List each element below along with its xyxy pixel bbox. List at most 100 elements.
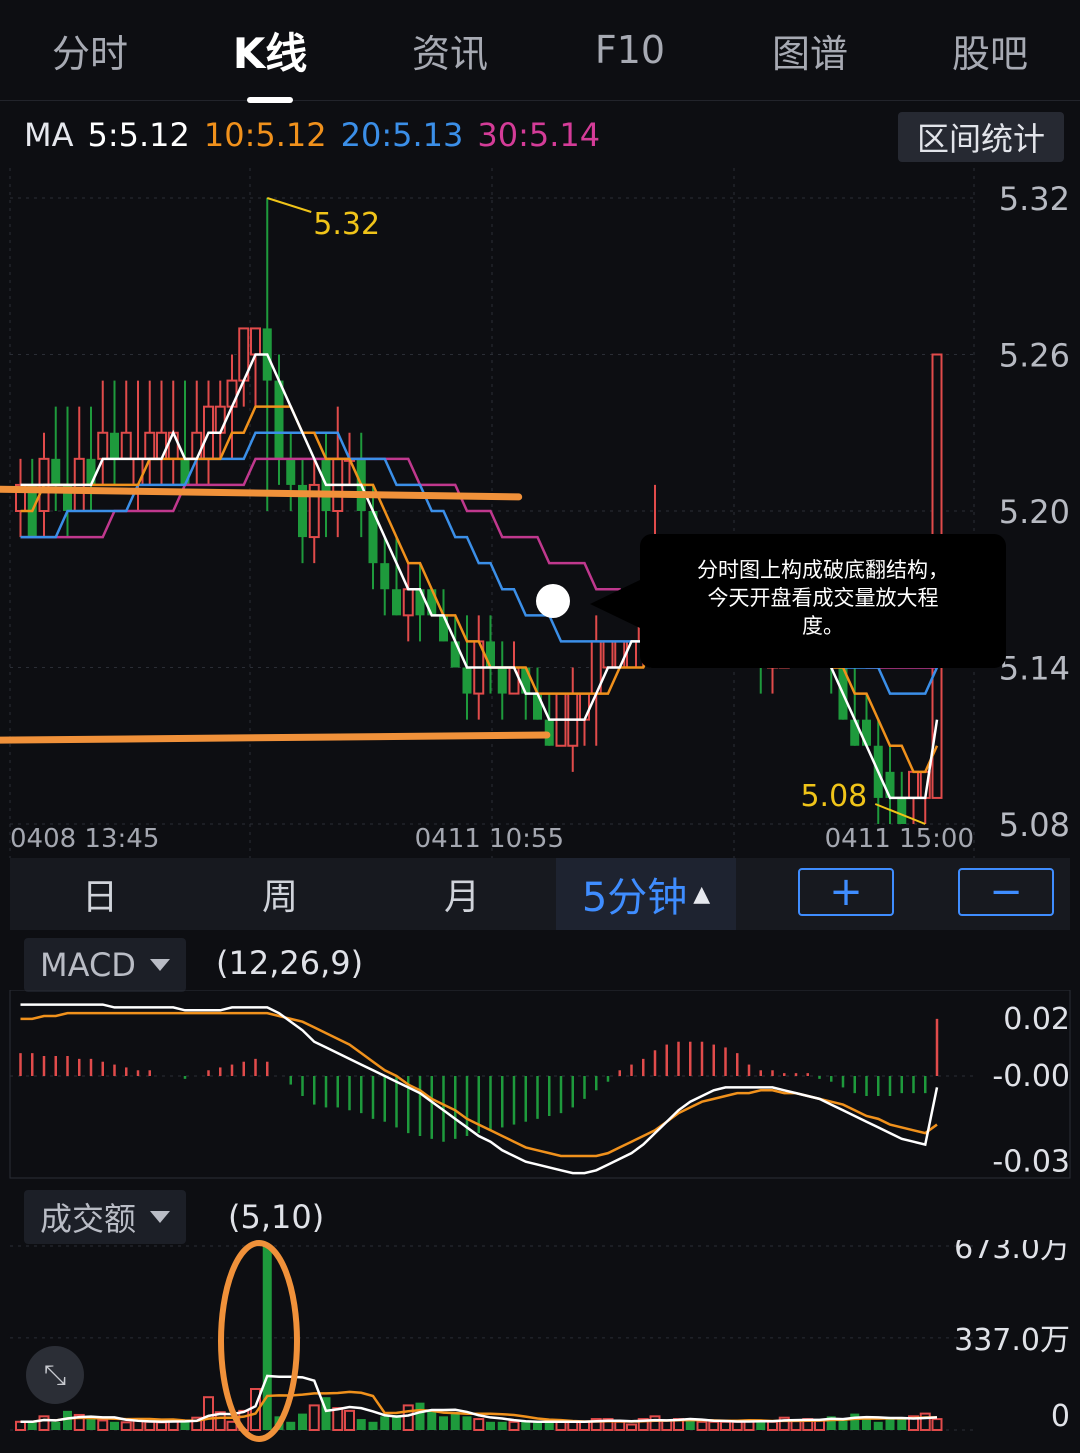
turnover-bar [626,1423,637,1432]
candle-body [250,327,261,356]
tab-news[interactable]: 资讯 [380,23,520,78]
candle-body [614,640,626,669]
turnover-tick: 337.0万 [954,1323,1070,1358]
turnover-bar [110,1421,119,1430]
turnover-bar [439,1416,448,1430]
candle-body [439,615,448,642]
turnover-bar [850,1413,860,1430]
tab-intraday[interactable]: 分时 [20,23,160,78]
turnover-bar [97,1419,109,1432]
zoom-out-button[interactable]: − [958,868,1054,916]
period-week[interactable]: 周 [190,858,370,930]
period-month[interactable]: 月 [372,858,552,930]
annotation-line-3: 度。 [802,614,844,638]
turnover-tick: 673.0万 [954,1240,1070,1266]
chevron-down-icon [149,959,170,971]
ma30-value: 30:5.14 [477,116,601,154]
turnover-bar [696,1420,708,1431]
turnover-bar [450,1413,460,1430]
candle-body [226,379,238,408]
turnover-chart[interactable]: 673.0万 337.0万 0 [0,1240,1080,1445]
turnover-bar [767,1420,778,1431]
turnover-bar [156,1421,167,1432]
candle-body [97,431,109,460]
turnover-bar [649,1415,661,1431]
tab-kline[interactable]: K线 [200,20,340,81]
candle-body [462,667,472,694]
turnover-bar [486,1421,495,1430]
time-label: 0411 15:00 [825,824,974,854]
macd-tick: 0.02 [1003,1002,1070,1037]
candle-body [486,641,495,668]
kline-axis-labels: 5.32 5.26 5.20 5.14 5.08 5.32 5.08 0408 13:45 04… [10,180,1070,854]
candle-body [392,589,401,616]
turnover-bar [473,1418,485,1431]
zoom-in-button[interactable]: + [798,868,894,916]
annotation-bubble: 分时图上构成破底翻结构， 今天开盘看成交量放大程 度。 [590,534,1006,668]
turnover-bar [919,1412,931,1431]
candle-body [450,641,460,668]
price-tick: 5.26 [999,337,1070,375]
turnover-ma10-line [20,1390,938,1424]
expand-icon[interactable]: ⤡ [26,1346,84,1404]
ma5-value: 5:5.12 [87,116,190,154]
turnover-bar [931,1418,943,1431]
candle-body [885,771,895,798]
turnover-bar [814,1419,825,1432]
turnover-bar [720,1420,731,1431]
candle-body [427,589,437,616]
candle-body [51,458,61,485]
macd-selector[interactable]: MACD [24,938,186,992]
candle-body [533,693,542,720]
tab-graph[interactable]: 图谱 [740,23,880,78]
tab-f10[interactable]: F10 [560,28,700,72]
turnover-axis-labels: 673.0万 337.0万 0 [954,1240,1070,1434]
turnover-bar [708,1420,720,1431]
annotation-line-2: 今天开盘看成交量放大程 [707,586,939,610]
candle-body [521,667,531,694]
turnover-bar [286,1421,296,1430]
turnover-bar [344,1409,355,1432]
annotation-dot [536,584,570,618]
turnover-bar [38,1415,50,1431]
tab-forum[interactable]: 股吧 [920,23,1060,78]
interval-stats-button[interactable]: 区间统计 [898,112,1064,162]
macd-tick: -0.03 [992,1145,1070,1180]
chevron-down-icon [150,1211,171,1223]
macd-axis-labels: 0.02 -0.00 -0.03 [992,1002,1070,1180]
candle-body [862,719,871,746]
turnover-bar [51,1421,61,1430]
candle-body [86,458,96,485]
turnover-bar [415,1402,425,1430]
turnover-selector[interactable]: 成交额 [24,1190,187,1244]
turnover-bar [368,1421,378,1430]
high-marker: 5.32 [313,207,380,242]
macd-chart[interactable]: 0.02 -0.00 -0.03 [0,990,1080,1180]
turnover-bar [731,1420,743,1431]
candle-body [415,589,425,616]
candle-body [579,692,590,721]
annotation-line-1: 分时图上构成破底翻结构， [697,558,949,582]
turnover-bar [332,1407,344,1432]
ma20-value: 20:5.13 [340,116,464,154]
top-tab-bar: 分时 K线 资讯 F10 图谱 股吧 [0,0,1080,101]
candle-body [497,667,507,694]
kline-chart[interactable]: 5.32 5.26 5.20 5.14 5.08 5.32 5.08 0408 13:45 04… [0,168,1080,858]
trendlines [0,485,551,744]
turnover-label: 成交额 [40,1200,137,1238]
macd-tick: -0.00 [992,1059,1070,1094]
period-5min[interactable]: 5分钟 ▲ [556,858,736,930]
turnover-bar [508,1420,520,1431]
ma-legend: MA 5:5.12 10:5.12 20:5.13 30:5.14 [24,116,600,154]
turnover-bar [885,1419,895,1430]
caret-up-icon: ▲ [693,881,711,907]
candle-body [120,431,132,460]
period-day[interactable]: 日 [10,858,190,930]
turnover-bar [86,1419,96,1430]
turnover-bar [462,1416,472,1430]
turnover-bar [685,1420,695,1430]
candle-body [110,432,119,459]
turnover-bar [120,1421,132,1432]
turnover-bar [308,1404,320,1431]
turnover-bar [402,1404,414,1431]
